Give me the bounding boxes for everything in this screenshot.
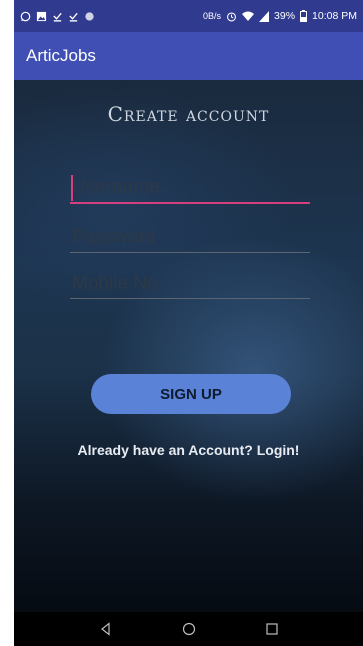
password-field[interactable]: [70, 223, 310, 253]
app-title: ArticJobs: [26, 46, 96, 65]
mobile-field[interactable]: [70, 269, 310, 299]
status-bar: 0B/s 39% 10:08 PM: [14, 0, 363, 32]
circle-icon: [85, 11, 94, 21]
username-field[interactable]: [70, 174, 310, 204]
app-bar: ArticJobs: [14, 32, 363, 80]
home-icon[interactable]: [181, 621, 197, 637]
signup-button[interactable]: SIGN UP: [91, 374, 291, 414]
system-status: 0B/s 39% 10:08 PM: [203, 10, 357, 22]
login-link[interactable]: Already have an Account? Login!: [14, 442, 363, 458]
notification-icons: [20, 11, 95, 22]
back-icon[interactable]: [98, 621, 114, 637]
image-icon: [36, 11, 47, 21]
alarm-icon: [227, 11, 237, 21]
battery-percent: 39%: [274, 10, 296, 22]
signal-icon: [259, 10, 270, 22]
recents-icon[interactable]: [264, 621, 280, 637]
phone-screen: 0B/s 39% 10:08 PM ArticJobs Create accou…: [14, 0, 363, 646]
navigation-bar: [14, 612, 363, 646]
clock: 10:08 PM: [312, 10, 357, 22]
wifi-icon: [242, 11, 255, 21]
battery-icon: [300, 10, 308, 22]
download-done-icon: [53, 12, 62, 22]
page-title: Create account: [107, 102, 270, 126]
text-cursor: [71, 175, 73, 201]
net-speed: 0B/s: [203, 11, 222, 21]
download-done-icon: [69, 12, 78, 22]
create-account-screen: Create account SIGN UP Already have an A…: [14, 80, 363, 612]
whatsapp-icon: [20, 11, 31, 21]
